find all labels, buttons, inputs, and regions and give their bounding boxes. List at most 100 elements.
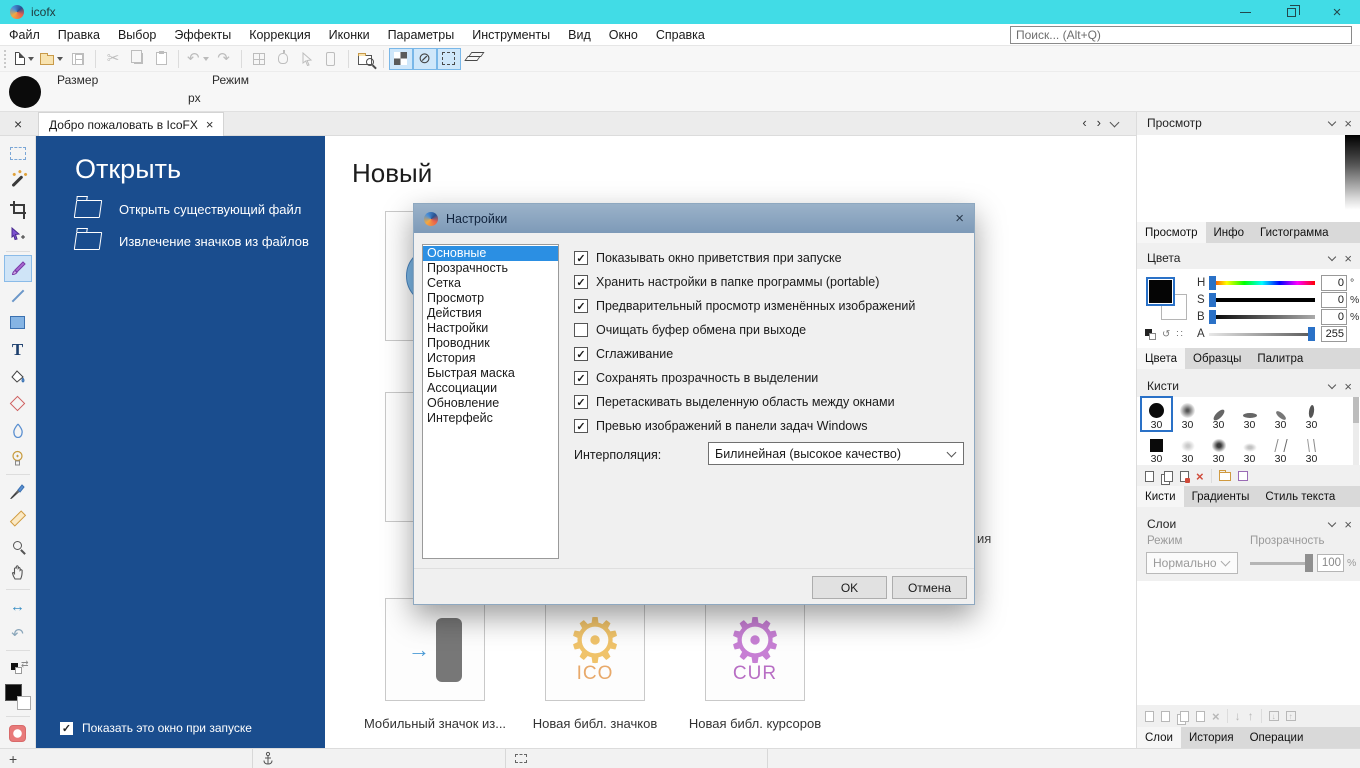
tab-gradients[interactable]: Градиенты [1184,486,1258,507]
background-color-swatch[interactable] [17,696,31,710]
collapse-panel-icon[interactable] [1328,519,1336,527]
card-icon-library[interactable]: ⚙ICO [545,598,645,701]
brush-tool[interactable] [4,255,32,282]
tab-preview[interactable]: Просмотр [1137,222,1206,243]
category-transparency[interactable]: Прозрачность [423,261,558,276]
duplicate-layer-icon[interactable] [1180,711,1189,722]
settings-dialog-titlebar[interactable]: Настройки × [414,204,974,233]
delete-layer-icon[interactable]: × [1212,709,1220,724]
brush-cell-ellipse-4[interactable]: 30 [1296,397,1327,431]
zoom-tool[interactable] [4,532,32,559]
redo-button[interactable]: ↷ [212,48,236,70]
brush-cell-round[interactable]: 30 [1141,397,1172,431]
cursor-button[interactable] [295,48,319,70]
card-mobile-icon[interactable]: → [385,598,485,701]
tab-info[interactable]: Инфо [1206,222,1252,243]
alpha-slider[interactable] [1209,329,1315,339]
menu-view[interactable]: Вид [559,24,600,45]
layers-button[interactable] [461,48,485,70]
tab-scroll-right-icon[interactable]: › [1097,115,1101,130]
rotate-tool[interactable]: ↶ [4,620,32,647]
brush-cell-square[interactable]: 30 [1141,431,1172,465]
new-file-button[interactable] [12,48,37,70]
blur-tool[interactable] [4,417,32,444]
category-settings[interactable]: Настройки [423,321,558,336]
menu-adjust[interactable]: Коррекция [240,24,319,45]
checkbox-taskbar-thumbnails[interactable] [574,419,588,433]
tab-welcome[interactable]: Добро пожаловать в IcoFX × [38,112,224,136]
new-layer-from-icon[interactable] [1161,711,1170,722]
menu-select[interactable]: Выбор [109,24,165,45]
saturation-value[interactable]: 0 [1321,292,1347,308]
move-layer-down-icon[interactable]: ↓ [1235,709,1241,723]
collapse-panel-icon[interactable] [1328,381,1336,389]
brush-cell-grass-2[interactable]: 30 [1296,431,1327,465]
brush-cell-scatter-2[interactable]: 30 [1203,431,1234,465]
category-history[interactable]: История [423,351,558,366]
crop-tool[interactable] [4,194,32,221]
antialias-off-toggle[interactable]: ⊘ [413,48,437,70]
minimize-button[interactable] [1222,0,1268,24]
category-interface[interactable]: Интерфейс [423,411,558,426]
magic-wand-tool[interactable] [4,167,32,194]
export-brush-icon[interactable] [1180,471,1189,482]
eraser-tool[interactable] [4,390,32,417]
ruler-tool[interactable] [4,505,32,532]
mobile-icon-button[interactable] [319,48,343,70]
fill-tool[interactable] [4,363,32,390]
quick-mask-toggle[interactable] [4,720,32,747]
brush-cell-grass-1[interactable]: 30 [1265,431,1296,465]
category-quickmask[interactable]: Быстрая маска [423,366,558,381]
checkbox-smoothing[interactable] [574,347,588,361]
cancel-button[interactable]: Отмена [892,576,967,599]
checkbox-preview-modified[interactable] [574,299,588,313]
line-tool[interactable] [4,282,32,309]
extract-icons-button[interactable] [354,48,378,70]
duplicate-brush-icon[interactable] [1164,471,1173,482]
restore-button[interactable] [1268,0,1314,24]
cut-button[interactable]: ✂ [101,48,125,70]
close-panel-icon[interactable]: × [1344,251,1352,266]
foreground-background-colors[interactable] [4,681,32,713]
new-brush-icon[interactable] [1145,471,1154,482]
tab-operations[interactable]: Операции [1242,727,1312,748]
extract-icons-link[interactable]: Извлечение значков из файлов [75,232,309,250]
close-panel-icon[interactable]: × [1344,517,1352,532]
menu-effects[interactable]: Эффекты [165,24,240,45]
selection-visibility-toggle[interactable] [437,48,461,70]
flip-tool[interactable]: ↔ [4,593,32,620]
alpha-value[interactable]: 255 [1321,326,1347,342]
category-explorer[interactable]: Проводник [423,336,558,351]
brush-cell-ellipse-1[interactable]: 30 [1203,397,1234,431]
default-colors-icon[interactable] [1145,329,1156,340]
new-layer-icon[interactable] [1145,711,1154,722]
interpolation-select[interactable]: Билинейная (высокое качество) [708,442,964,465]
lighten-tool[interactable] [4,444,32,471]
rectangle-tool[interactable] [4,309,32,336]
brush-scrollbar[interactable] [1353,397,1359,465]
search-input[interactable] [1010,26,1352,44]
category-update[interactable]: Обновление [423,396,558,411]
macos-icon-button[interactable] [271,48,295,70]
menu-options[interactable]: Параметры [379,24,464,45]
open-brushes-icon[interactable] [1219,472,1231,481]
collapse-panel-icon[interactable] [1328,118,1336,126]
tab-text-style[interactable]: Стиль текста [1257,486,1343,507]
category-associations[interactable]: Ассоциации [423,381,558,396]
move-layer-up-icon[interactable]: ↑ [1248,709,1254,723]
category-grid[interactable]: Сетка [423,276,558,291]
brightness-slider-handle[interactable] [1209,310,1216,324]
layer-opacity-slider[interactable] [1250,562,1312,565]
select-tool[interactable] [4,140,32,167]
menu-window[interactable]: Окно [600,24,647,45]
merge-down-icon[interactable]: ↓ [1269,711,1279,721]
menu-edit[interactable]: Правка [49,24,109,45]
transparency-grid-toggle[interactable] [389,48,413,70]
menu-tools[interactable]: Инструменты [463,24,559,45]
tab-layers[interactable]: Слои [1137,727,1181,748]
show-on-startup-checkbox[interactable]: ✓ [60,722,73,735]
close-all-tabs-icon[interactable]: × [14,116,22,132]
brush-cell-scatter-3[interactable]: 30 [1234,431,1265,465]
save-button[interactable] [66,48,90,70]
menu-file[interactable]: Файл [0,24,49,45]
